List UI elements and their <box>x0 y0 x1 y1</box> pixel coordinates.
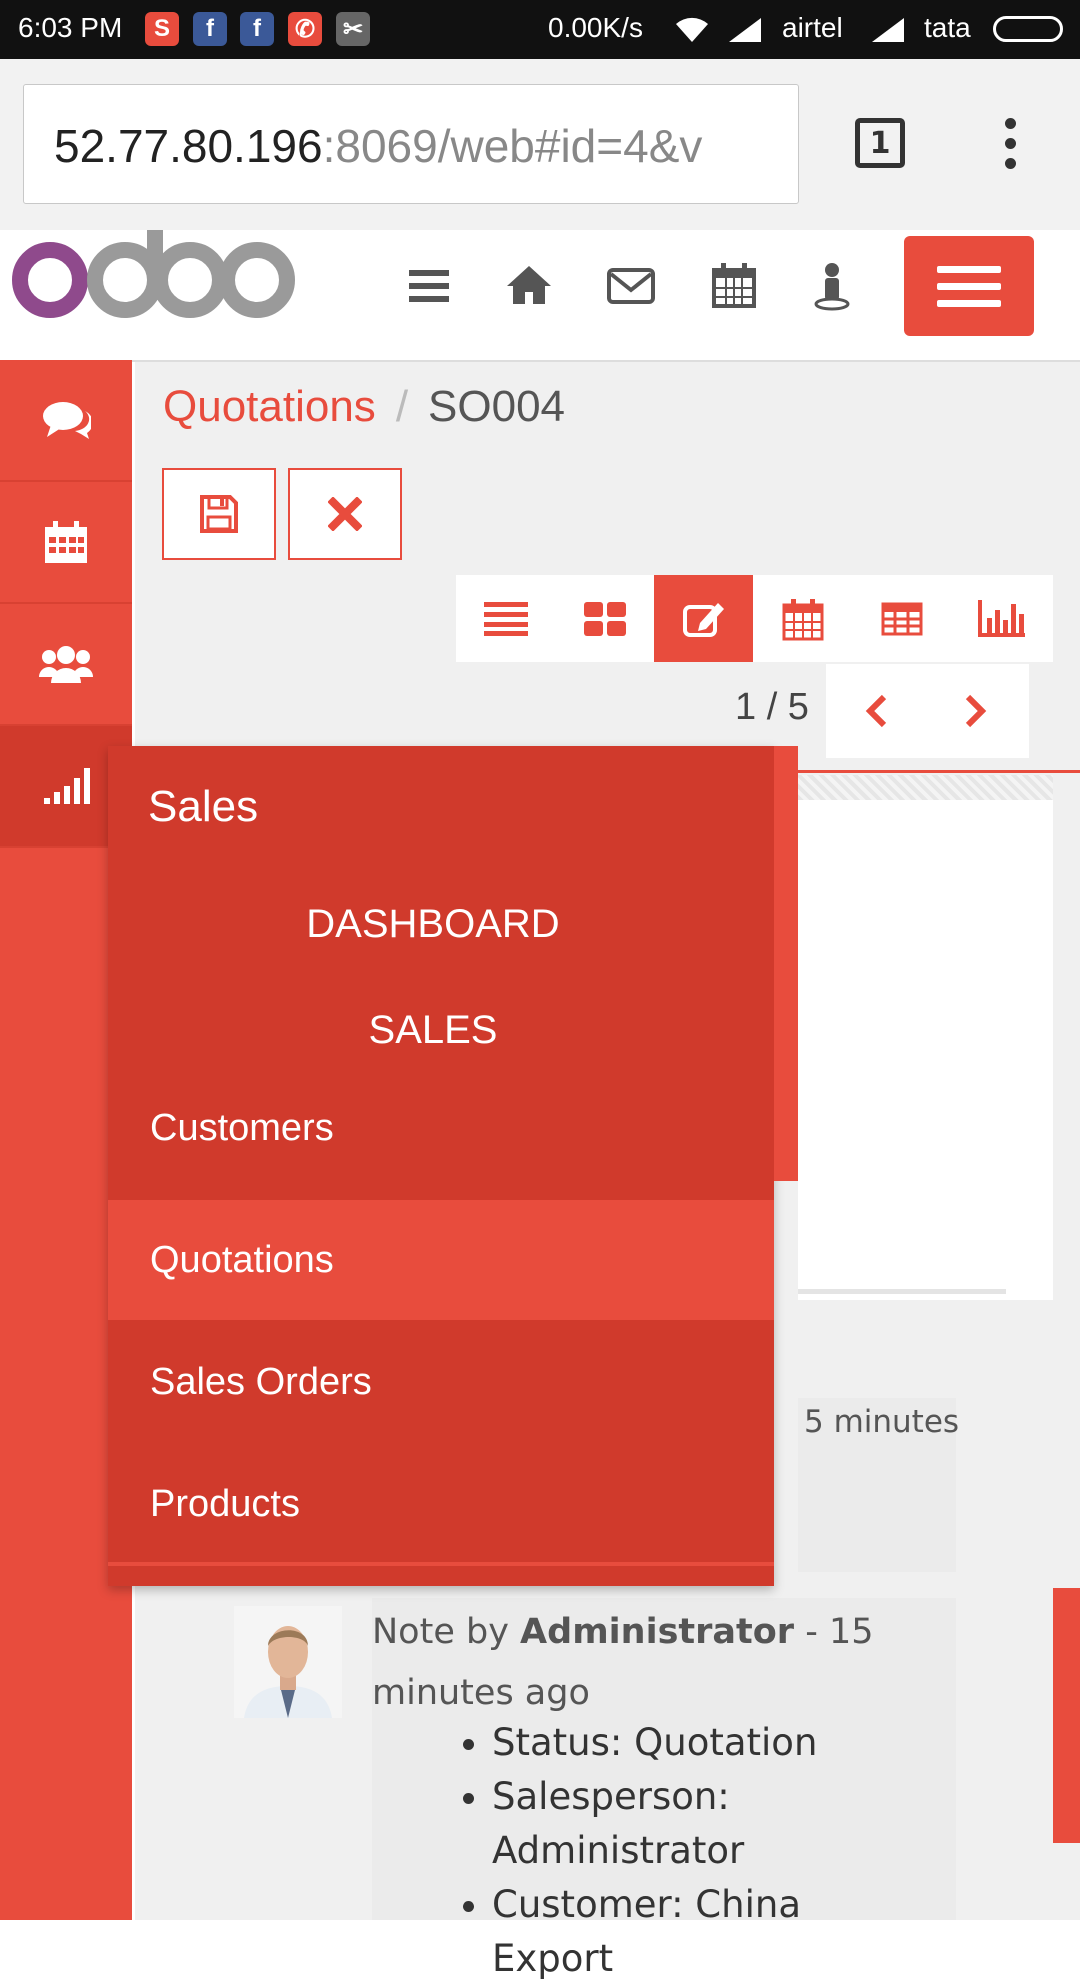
menu-bottom-rule <box>108 1562 774 1566</box>
sidebar-item-calendar[interactable] <box>0 482 132 604</box>
chevron-right-icon <box>965 694 987 728</box>
menu-icon[interactable] <box>401 258 457 314</box>
browser-menu-button[interactable] <box>1000 118 1020 172</box>
breadcrumb-quotations-link[interactable]: Quotations <box>163 382 376 431</box>
calendar-icon <box>782 598 823 640</box>
message-time: 5 minutes <box>804 1404 960 1440</box>
network-speed: 0.00K/s <box>548 12 643 43</box>
carrier-tata: tata <box>924 12 971 43</box>
menu-title[interactable]: Sales <box>148 782 258 832</box>
menu-item-customers[interactable]: Customers <box>108 1068 774 1188</box>
signal-icon <box>872 18 904 42</box>
breadcrumb-current: SO004 <box>428 382 566 431</box>
right-edge-accent <box>1053 1588 1080 1843</box>
view-list-button[interactable] <box>456 575 555 662</box>
note-author[interactable]: Administrator <box>520 1612 794 1652</box>
tab-switcher-button[interactable]: 1 <box>855 118 905 168</box>
url-rest: :8069/web#id=4&v <box>322 120 703 172</box>
signal-icon <box>729 18 761 42</box>
sidebar-item-discuss[interactable] <box>0 360 132 482</box>
user-icon[interactable] <box>804 258 860 314</box>
whatsapp-icon: ✆ <box>288 12 322 46</box>
menu-section-dashboard[interactable]: DASHBOARD <box>108 902 758 947</box>
pager-nav <box>826 664 1029 758</box>
discard-button[interactable] <box>288 468 402 560</box>
note-tracking-list: Status: Quotation Salesperson: Administr… <box>372 1716 912 1986</box>
view-kanban-button[interactable] <box>555 575 654 662</box>
home-icon[interactable] <box>501 258 557 314</box>
breadcrumb: Quotations / SO004 <box>163 382 565 432</box>
breadcrumb-separator: / <box>395 382 409 431</box>
graph-icon <box>977 599 1025 637</box>
view-pivot-button[interactable] <box>852 575 951 662</box>
view-graph-button[interactable] <box>951 575 1050 662</box>
note-prefix: Note by <box>372 1612 521 1652</box>
menu-item-quotations[interactable]: Quotations <box>108 1200 774 1320</box>
carrier-airtel: airtel <box>782 12 843 43</box>
form-icon <box>682 602 724 637</box>
skype-icon: S <box>145 12 179 46</box>
chatter-note: Note by Administrator - 15 minutes ago S… <box>372 1598 956 1980</box>
pager-counter[interactable]: 1 / 5 <box>735 686 809 729</box>
view-switcher <box>456 575 1053 662</box>
chatter-message: 5 minutes <box>798 1398 960 1572</box>
save-button[interactable] <box>162 468 276 560</box>
address-bar[interactable]: 52.77.80.196:8069/web#id=4&v <box>23 84 799 204</box>
menu-section-sales: SALES <box>368 1008 498 1052</box>
view-form-button[interactable] <box>654 575 753 662</box>
list-item: Status: Quotation <box>492 1716 912 1770</box>
list-item: Customer: China Export <box>492 1878 912 1986</box>
app-menu-toggle-button[interactable] <box>904 236 1034 336</box>
app-icon: ✂ <box>336 12 370 46</box>
odoo-logo[interactable] <box>10 230 300 320</box>
status-time: 6:03 PM <box>18 12 123 43</box>
menu-scroll-accent <box>774 746 798 1181</box>
sidebar-item-contacts[interactable] <box>0 604 132 726</box>
status-bar: 6:03 PM S f f ✆ ✂ 0.00K/s airtel tata <box>0 0 1080 59</box>
avatar <box>234 1606 342 1718</box>
sales-menu-dropdown: Sales DASHBOARD SALES Customers Quotatio… <box>108 746 798 1586</box>
kanban-icon <box>583 601 626 636</box>
calendar-icon <box>45 521 87 563</box>
url-host: 52.77.80.196 <box>54 120 323 172</box>
save-icon <box>200 495 238 533</box>
wifi-icon <box>676 17 708 42</box>
sheet-header-pattern <box>798 775 1053 800</box>
pager-next-button[interactable] <box>926 664 1026 758</box>
pivot-icon <box>881 602 922 635</box>
status-bar-divider <box>798 770 1080 773</box>
mail-icon[interactable] <box>603 258 659 314</box>
pager-previous-button[interactable] <box>826 664 926 758</box>
menu-item-products[interactable]: Products <box>108 1444 774 1564</box>
calendar-icon[interactable] <box>706 258 762 314</box>
chevron-left-icon <box>865 694 887 728</box>
list-item: Salesperson: Administrator <box>492 1770 912 1878</box>
sheet-divider <box>798 1289 1006 1294</box>
discard-icon <box>328 497 362 531</box>
chat-icon <box>43 402 91 439</box>
form-sheet <box>798 800 1053 1300</box>
facebook-icon: f <box>193 12 227 46</box>
view-calendar-button[interactable] <box>753 575 852 662</box>
facebook-icon: f <box>240 12 274 46</box>
list-icon <box>483 601 528 636</box>
menu-item-sales-orders[interactable]: Sales Orders <box>108 1322 774 1442</box>
battery-icon <box>993 16 1063 42</box>
sales-icon <box>44 768 90 804</box>
users-icon <box>39 646 93 683</box>
